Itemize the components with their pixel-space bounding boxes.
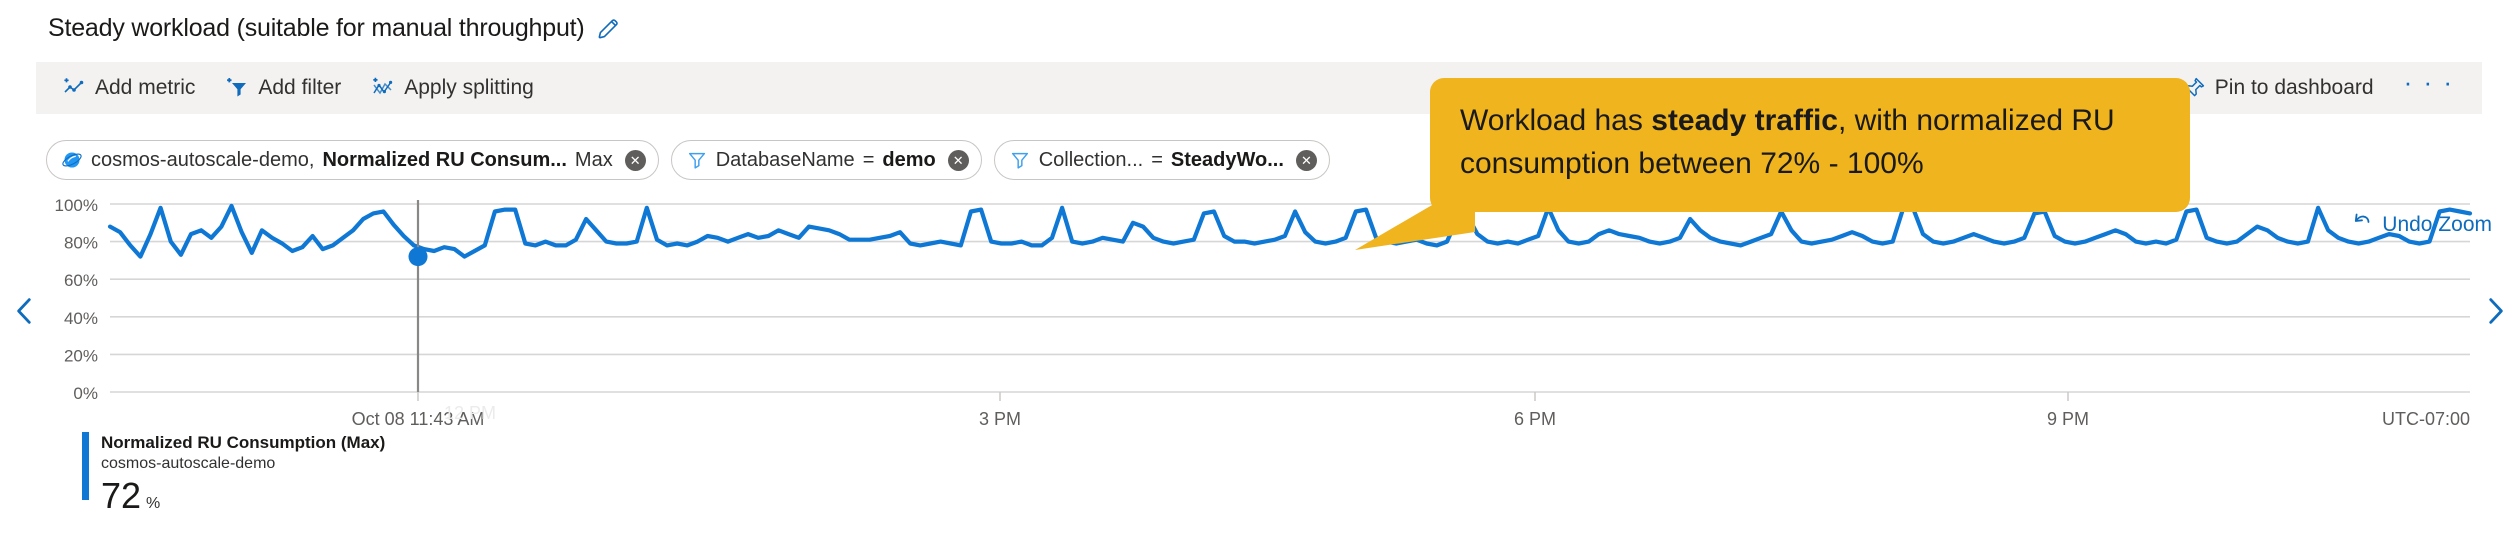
apply-splitting-icon — [371, 76, 395, 100]
metrics-chart-page: Steady workload (suitable for manual thr… — [0, 0, 2518, 535]
y-axis-tick-label: 20% — [64, 346, 98, 365]
legend-metric-name: Normalized RU Consumption (Max) — [101, 433, 386, 452]
add-filter-icon — [225, 76, 249, 100]
legend-text-block: Normalized RU Consumption (Max) cosmos-a… — [101, 432, 385, 514]
filter-pill-remove-icon[interactable]: ✕ — [1295, 149, 1317, 171]
filter-pill-operator: = — [1151, 148, 1163, 171]
add-filter-label: Add filter — [258, 76, 342, 99]
filter-icon — [1009, 149, 1031, 171]
x-axis-faded-tick-label: 12 PM — [444, 403, 496, 423]
callout-bold-text: steady traffic — [1651, 104, 1838, 137]
more-commands-button[interactable]: · · · — [2392, 69, 2466, 105]
filter-pill-row: cosmos-autoscale-demo, Normalized RU Con… — [46, 140, 1330, 180]
legend-unit: % — [146, 494, 161, 512]
filter-pill-field: Collection... — [1038, 148, 1144, 171]
filter-pill-field: DatabaseName — [715, 148, 855, 171]
filter-pill-remove-icon[interactable]: ✕ — [947, 149, 969, 171]
add-metric-label: Add metric — [95, 76, 196, 99]
metric-pill-remove-icon[interactable]: ✕ — [624, 149, 646, 171]
legend-color-swatch — [82, 432, 89, 500]
series-line — [107, 203, 2473, 259]
metric-pill-metric: Normalized RU Consum... — [322, 148, 567, 171]
filter-icon — [686, 149, 708, 171]
filter-pill-operator: = — [862, 148, 875, 171]
chart-legend[interactable]: Normalized RU Consumption (Max) cosmos-a… — [82, 432, 385, 514]
chart-container: Undo Zoom 100% 80% 60% 40% 20% 0% Oct 08 11:43… — [0, 196, 2518, 446]
y-axis-tick-label: 100% — [55, 196, 98, 215]
add-filter-button[interactable]: Add filter — [213, 70, 353, 106]
annotation-callout: Workload has steady traffic, with normal… — [1430, 78, 2190, 212]
y-axis-tick-label: 0% — [73, 384, 98, 403]
page-title: Steady workload (suitable for manual thr… — [48, 14, 585, 42]
pencil-icon[interactable] — [595, 16, 621, 42]
command-bar-left-group: Add metric Add filter Apply splitting — [36, 70, 546, 106]
y-axis-tick-label: 40% — [64, 309, 98, 328]
chart-title-row: Steady workload (suitable for manual thr… — [48, 14, 621, 43]
add-metric-button[interactable]: Add metric — [50, 70, 207, 106]
callout-text-before: Workload has — [1460, 104, 1652, 137]
x-axis-tick-label: 6 PM — [1514, 409, 1556, 429]
x-axis-tick-label: 9 PM — [2047, 409, 2089, 429]
pin-to-dashboard-button[interactable]: Pin to dashboard — [2170, 70, 2386, 106]
timezone-label: UTC-07:00 — [2382, 409, 2470, 429]
metric-pill-aggregation: Max — [574, 148, 613, 171]
cosmos-db-icon — [61, 149, 83, 171]
filter-pill-collection[interactable]: Collection... = SteadyWo... ✕ — [993, 140, 1330, 180]
filter-pill-value: demo — [882, 148, 936, 171]
apply-splitting-label: Apply splitting — [404, 76, 534, 99]
x-axis-tick-label: 3 PM — [979, 409, 1021, 429]
y-axis-tick-label: 60% — [64, 271, 98, 290]
apply-splitting-button[interactable]: Apply splitting — [359, 70, 546, 106]
metric-pill[interactable]: cosmos-autoscale-demo, Normalized RU Con… — [46, 140, 659, 180]
filter-pill-databasename[interactable]: DatabaseName = demo ✕ — [670, 140, 982, 180]
y-axis-tick-label: 80% — [64, 234, 98, 253]
metric-pill-resource: cosmos-autoscale-demo, — [91, 148, 315, 171]
legend-resource-name: cosmos-autoscale-demo — [101, 455, 276, 473]
filter-pill-value: SteadyWo... — [1170, 148, 1284, 171]
hovered-data-point[interactable] — [408, 247, 428, 267]
metrics-line-chart[interactable]: 100%80%60%40%20%0%Oct 08 11:43 AM 3 PM 6 P… — [0, 196, 2518, 446]
add-metric-icon — [62, 76, 86, 100]
legend-value: 72 — [101, 474, 142, 516]
legend-value-row: 72 % — [101, 474, 385, 516]
pin-to-dashboard-label: Pin to dashboard — [2214, 76, 2374, 99]
